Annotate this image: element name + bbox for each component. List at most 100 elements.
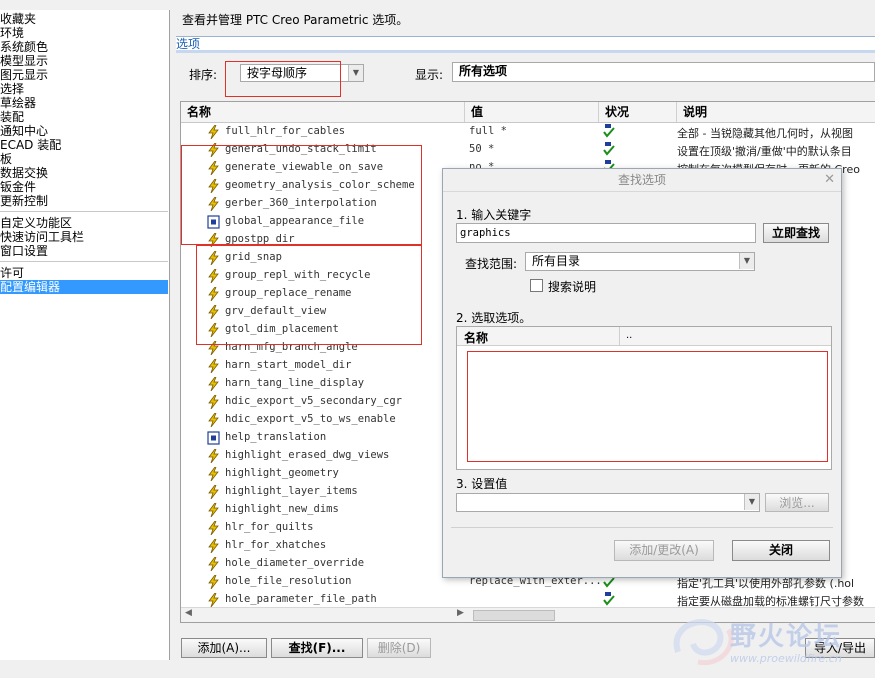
option-description: 设置在顶级'撤消/重做'中的默认条目 [677,145,852,158]
option-name: hole_parameter_file_path [225,593,377,605]
sidebar-item[interactable]: 配置编辑器 [0,280,168,294]
chevron-down-icon[interactable]: ▼ [739,253,754,269]
chevron-down-icon[interactable]: ▼ [744,494,759,510]
lightning-icon [207,502,220,518]
column-name[interactable]: 名称 [181,102,465,122]
watermark-logo: 野火论坛 www.proewildfire.cn [668,612,868,672]
status-check-icon [603,142,615,156]
lightning-icon [207,376,220,392]
logo-swirl-icon [673,619,734,666]
sidebar-divider [0,211,168,212]
scope-value: 所有目录 [532,254,581,268]
list-header: 名称 .. [457,327,831,346]
option-name: hdic_export_v5_to_ws_enable [225,413,396,425]
scroll-thumb[interactable] [473,610,555,621]
option-name: highlight_geometry [225,467,339,479]
dialog-divider [451,527,833,528]
add-change-button[interactable]: 添加/更改(A) [614,540,714,561]
status-check-icon [603,124,615,138]
step3-label: 3. 设置值 [456,477,508,491]
option-value: full * [469,125,507,137]
sidebar-item[interactable]: 选择 [0,82,168,96]
sidebar-item[interactable]: 板 [0,152,168,166]
column-status[interactable]: 状况 [599,102,677,122]
search-desc-checkbox[interactable] [530,279,543,292]
sidebar-item[interactable]: 钣金件 [0,180,168,194]
list-header-name[interactable]: 名称 [464,329,488,346]
table-header: 名称 值 状况 说明 [181,102,875,123]
sidebar-item[interactable]: 快速访问工具栏 [0,230,168,244]
step1-label: 1. 输入关键字 [456,208,532,222]
sidebar-item[interactable]: 系统颜色 [0,40,168,54]
option-name: highlight_layer_items [225,485,358,497]
step2-label: 2. 选取选项。 [456,311,532,325]
lightning-icon [207,538,220,554]
lightning-icon [207,394,220,410]
display-value: 所有选项 [459,64,508,78]
sidebar: 收藏夹 环境 系统颜色 模型显示 图元显示 选择 草绘器 装配 通知中心 ECAD 装配板数据交换… [0,10,170,660]
annotation-box [467,351,828,462]
sidebar-item[interactable]: 自定义功能区 [0,216,168,230]
sort-label: 排序: [189,68,218,82]
search-desc-label: 搜索说明 [548,280,597,294]
chevron-down-icon[interactable]: ▼ [348,65,363,81]
annotation-box [196,245,422,345]
sidebar-item[interactable]: 收藏夹 [0,12,168,26]
close-button[interactable]: 关闭 [732,540,830,561]
column-description[interactable]: 说明 [677,102,875,122]
option-name: hlr_for_quilts [225,521,314,533]
lightning-icon [207,556,220,572]
sidebar-item[interactable]: 模型显示 [0,54,168,68]
display-dropdown[interactable]: 所有选项 [452,62,875,82]
value-dropdown[interactable]: ▼ [456,493,760,512]
option-name: hdic_export_v5_secondary_cgr [225,395,403,407]
lightning-icon [207,466,220,482]
scroll-right-icon[interactable]: ▶ [457,608,464,618]
find-now-button[interactable]: 立即查找 [763,223,829,243]
sidebar-item[interactable]: 装配 [0,110,168,124]
sidebar-item[interactable]: 环境 [0,26,168,40]
lightning-icon [207,574,220,590]
lightning-icon [207,412,220,428]
sidebar-item[interactable]: 通知中心 [0,124,168,138]
sidebar-item[interactable]: 图元显示 [0,68,168,82]
file-option-icon [207,431,220,445]
sidebar-item[interactable]: 数据交换 [0,166,168,180]
options-section-header: 选项 [176,36,875,51]
close-icon[interactable]: ✕ [824,172,835,187]
option-description: 全部 - 当锐隐藏其他几何时，从视图 [677,127,853,140]
find-button[interactable]: 查找(F)... [271,638,363,658]
lightning-icon [207,592,220,608]
scope-label: 查找范围: [465,257,518,271]
table-row[interactable]: full_hlr_for_cables full * 全部 - 当锐隐藏其他几何时，… [181,123,875,141]
scope-dropdown[interactable]: 所有目录 ▼ [525,252,755,271]
sidebar-item[interactable]: 草绘器 [0,96,168,110]
option-name: full_hlr_for_cables [225,125,346,137]
sidebar-item[interactable]: ECAD 装配 [0,138,168,152]
option-name: highlight_erased_dwg_views [225,449,390,461]
lightning-icon [207,448,220,464]
column-value[interactable]: 值 [465,102,599,122]
sidebar-item[interactable]: 许可 [0,266,168,280]
annotation-box [181,145,422,245]
scroll-left-icon[interactable]: ◀ [185,608,192,618]
option-name: harn_start_model_dir [225,359,352,371]
add-button[interactable]: 添加(A)... [181,638,267,658]
sidebar-item[interactable]: 更新控制 [0,194,168,208]
lightning-icon [207,484,220,500]
sidebar-divider [0,261,168,262]
lightning-icon [207,358,220,374]
list-header-extra[interactable]: .. [619,327,632,345]
keyword-input[interactable]: graphics [456,223,756,243]
option-name: hlr_for_xhatches [225,539,327,551]
option-name: hole_diameter_override [225,557,365,569]
watermark-text: 野火论坛 [730,622,843,652]
option-name: harn_tang_line_display [225,377,365,389]
options-label: 选项 [176,37,201,51]
option-value: 50 * [469,143,495,155]
browse-button[interactable]: 浏览... [765,493,829,512]
sidebar-item[interactable]: 窗口设置 [0,244,168,258]
delete-button[interactable]: 删除(D) [367,638,431,658]
status-check-icon [603,592,615,606]
watermark-url: www.proewildfire.cn [730,652,842,665]
